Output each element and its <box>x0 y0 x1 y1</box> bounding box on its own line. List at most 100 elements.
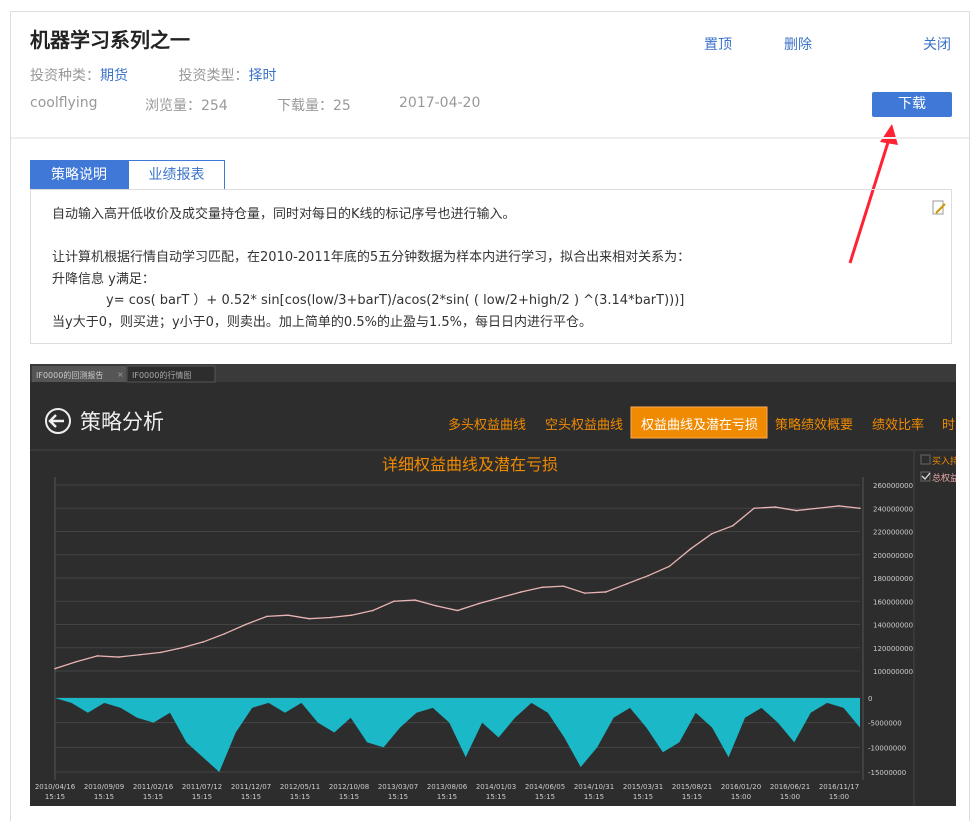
x-tick-date: 2015/08/21 <box>672 783 712 791</box>
x-tick-time: 15:15 <box>192 793 212 801</box>
nav-tab: 时 <box>942 418 955 433</box>
view-count: 浏览量：254 <box>145 98 228 114</box>
equity-point <box>266 615 268 618</box>
author: coolflying <box>30 95 98 111</box>
equity-point <box>647 574 649 577</box>
equity-point <box>583 592 586 594</box>
nav-tab: 权益曲线及潜在亏损 <box>641 417 758 433</box>
x-tick-date: 2014/06/05 <box>525 783 565 791</box>
equity-point <box>117 656 120 658</box>
tab-performance-report[interactable]: 业绩报表 <box>128 160 225 190</box>
y-tick-label: 140000000 <box>873 622 913 630</box>
y-tick-label: -15000000 <box>868 769 906 777</box>
y-tick-label: 240000000 <box>873 505 913 513</box>
description-formula: y= cos( barT ）+ 0.52* sin[cos(low/3+barT… <box>106 293 685 308</box>
equity-point <box>816 507 819 510</box>
x-tick-time: 15:15 <box>535 793 555 801</box>
x-tick-time: 15:00 <box>829 793 849 801</box>
equity-point <box>859 507 861 510</box>
equity-point <box>96 655 99 657</box>
y-tick-label: 220000000 <box>873 529 913 537</box>
equity-point <box>477 602 480 605</box>
x-tick-date: 2011/02/16 <box>133 783 174 791</box>
equity-point <box>160 651 162 654</box>
equity-point <box>795 509 798 512</box>
nav-tab: 多头权益曲线 <box>448 417 526 433</box>
publish-date: 2017-04-20 <box>399 95 481 111</box>
check-icon <box>921 472 931 480</box>
nav-tab: 绩效比率 <box>872 417 924 433</box>
equity-point <box>710 533 713 535</box>
x-tick-date: 2016/11/17 <box>819 783 859 791</box>
x-tick-time: 15:15 <box>437 793 457 801</box>
equity-point <box>774 506 777 508</box>
nav-tab: 策略绩效概要 <box>775 417 853 433</box>
x-tick-time: 15:15 <box>584 793 604 801</box>
description-line: 让计算机根据行情自动学习匹配，在2010-2011年底的5五分钟数据为样本内进行… <box>52 250 691 265</box>
x-tick-date: 2013/03/07 <box>378 783 418 791</box>
x-tick-date: 2012/10/08 <box>329 783 369 791</box>
x-tick-time: 15:15 <box>388 793 408 801</box>
equity-point <box>308 617 311 620</box>
nav-tab: 空头权益曲线 <box>545 417 623 433</box>
x-tick-date: 2010/09/09 <box>84 783 124 791</box>
x-tick-date: 2011/12/07 <box>231 783 271 791</box>
equity-point <box>287 614 289 616</box>
equity-curve <box>54 505 861 670</box>
x-tick-time: 15:15 <box>143 793 163 801</box>
legend-label: 总权益 <box>932 472 956 484</box>
equity-point <box>75 660 77 663</box>
x-tick-time: 15:15 <box>682 793 702 801</box>
x-tick-date: 2012/05/11 <box>280 783 320 791</box>
invest-kind-link[interactable]: 期货 <box>100 68 128 84</box>
equity-point <box>371 609 374 612</box>
x-tick-date: 2014/01/03 <box>476 783 516 791</box>
equity-point <box>626 583 628 585</box>
y-tick-label: 120000000 <box>873 645 913 653</box>
description-line <box>52 226 951 248</box>
download-count: 下载量：25 <box>277 98 351 114</box>
page-title: 机器学习系列之一 <box>30 28 190 52</box>
equity-point <box>604 591 607 593</box>
back-arrow-icon <box>48 414 64 428</box>
equity-point <box>732 524 734 527</box>
equity-point <box>541 586 544 589</box>
x-tick-time: 15:15 <box>486 793 506 801</box>
pin-link[interactable]: 置顶 <box>704 34 732 54</box>
y-tick-label: -5000000 <box>868 720 902 728</box>
backtest-screenshot: IF0000的回测报告 × IF0000的行情图 策略分析 多头权益曲线 空头权益曲线 权益… <box>30 364 959 806</box>
tab-strategy-description[interactable]: 策略说明 <box>30 160 128 190</box>
x-tick-date: 2011/07/12 <box>182 783 222 791</box>
x-tick-time: 15:15 <box>339 793 359 801</box>
equity-point <box>393 600 395 603</box>
y-tick-label: 200000000 <box>873 552 913 560</box>
header-divider <box>11 137 969 139</box>
close-link[interactable]: 关闭 <box>923 34 951 54</box>
equity-point <box>520 591 522 593</box>
equity-point <box>456 609 459 612</box>
x-tick-time: 15:15 <box>94 793 114 801</box>
edit-icon[interactable] <box>932 200 946 216</box>
equity-point <box>54 667 56 670</box>
description-line: 自动输入高开低收价及成交量持仓量，同时对每日的K线的标记序号也进行输入。 <box>52 207 516 222</box>
y-tick-label: 0 <box>868 695 872 703</box>
window-tab-label: IF0000的行情图 <box>132 370 191 380</box>
x-tick-time: 15:15 <box>290 793 310 801</box>
equity-point <box>668 565 671 568</box>
description-line: 当y大于0，则买进；y小于0，则卖出。加上简单的0.5%的止盈与1.5%，每日日… <box>52 314 592 330</box>
equity-point <box>223 633 226 635</box>
description-line: 升降信息 y满足： <box>52 271 155 287</box>
x-tick-time: 15:00 <box>780 793 800 801</box>
equity-point <box>414 599 416 601</box>
strategy-description: 自动输入高开低收价及成交量持仓量，同时对每日的K线的标记序号也进行输入。 让计算… <box>30 189 952 344</box>
screenshot-heading: 策略分析 <box>80 410 164 434</box>
delete-link[interactable]: 删除 <box>784 34 812 54</box>
y-tick-label: -10000000 <box>868 744 906 752</box>
equity-point <box>138 653 141 656</box>
download-button[interactable]: 下载 <box>872 92 952 117</box>
invest-type-link[interactable]: 择时 <box>248 68 276 84</box>
close-icon: × <box>117 370 124 379</box>
equity-point <box>689 548 692 550</box>
chart-title: 详细权益曲线及潜在亏损 <box>382 455 558 474</box>
y-tick-label: 260000000 <box>873 482 913 490</box>
